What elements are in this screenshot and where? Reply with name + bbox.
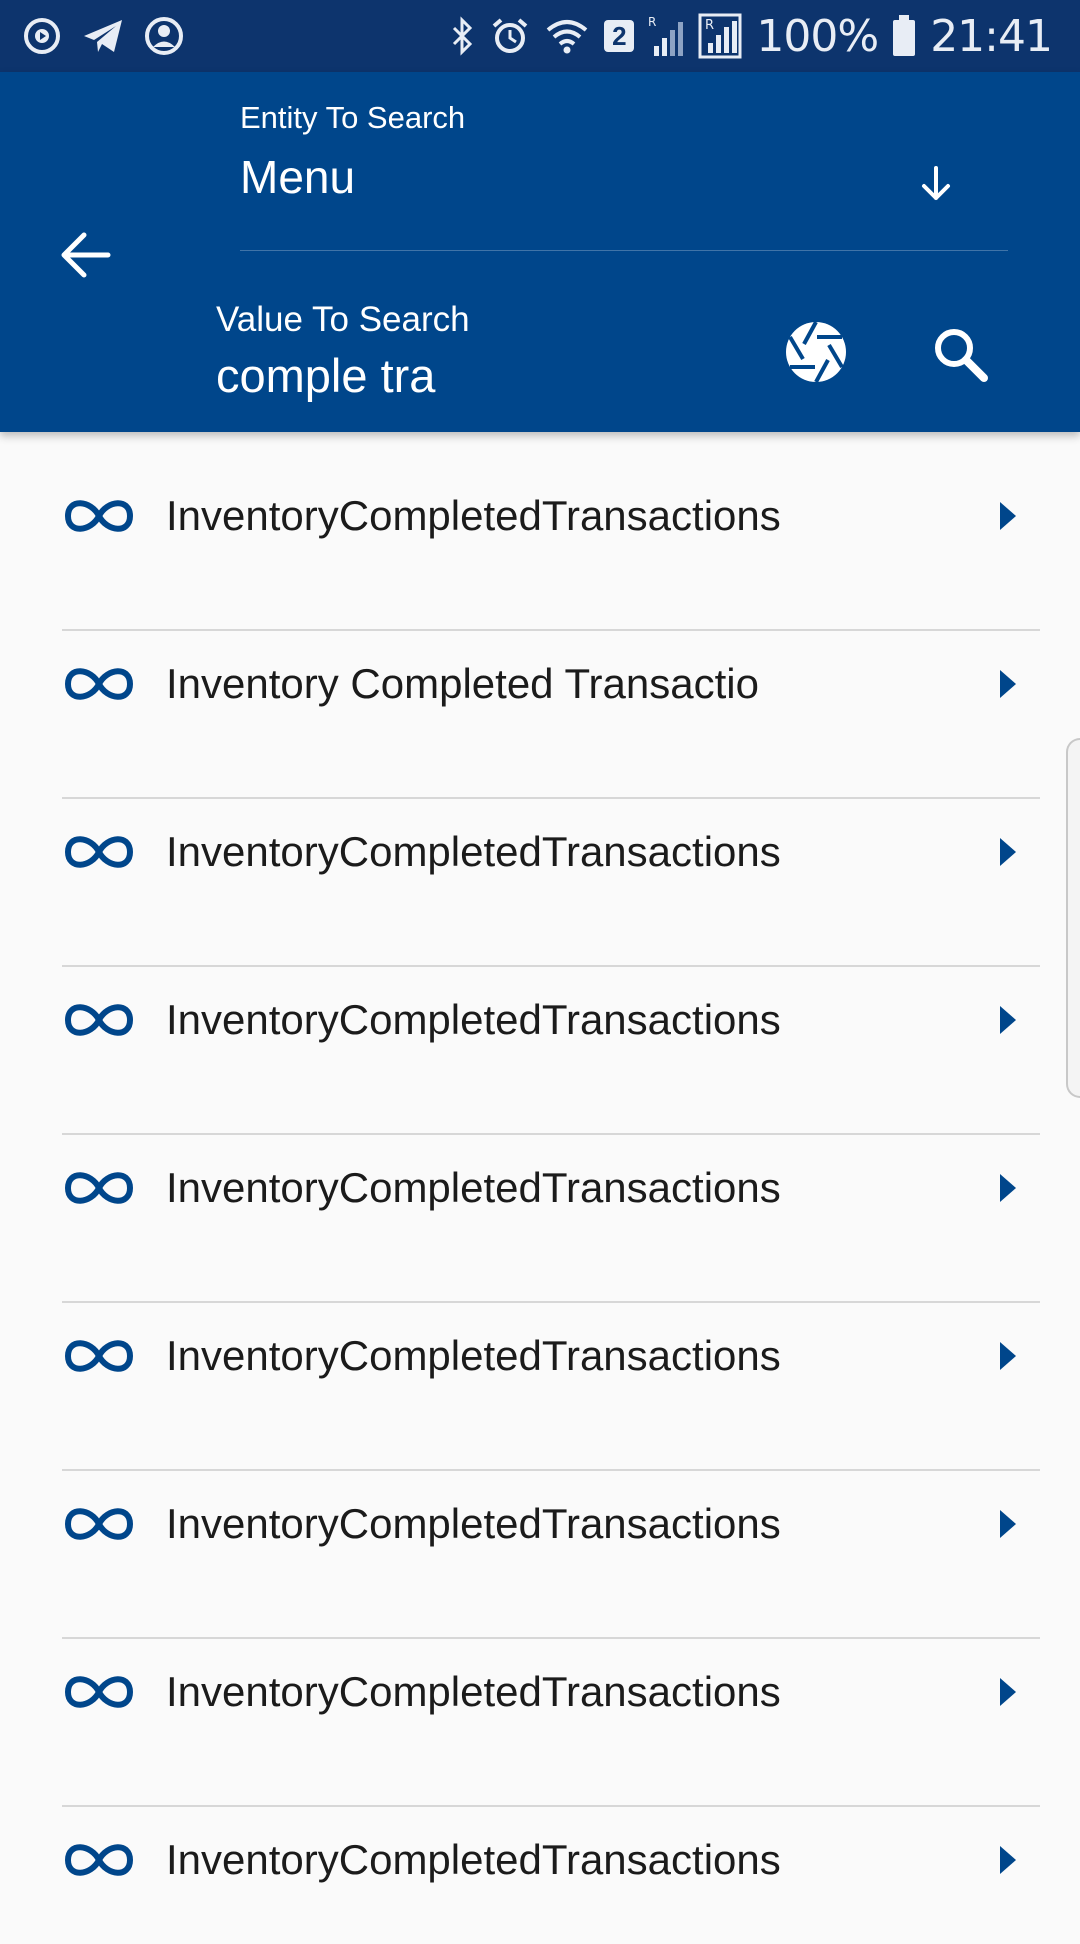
link-icon <box>64 1172 134 1204</box>
status-bar: 2 R R 100% 21:41 <box>0 0 1080 72</box>
link-icon <box>64 1844 134 1876</box>
entity-dropdown-button[interactable] <box>906 154 966 214</box>
chevron-right-icon <box>1000 502 1016 530</box>
entity-select[interactable]: Menu <box>240 150 355 204</box>
chevron-right-icon <box>1000 1342 1016 1370</box>
battery-icon <box>893 15 916 56</box>
play-circle-icon <box>24 18 60 54</box>
chevron-right-icon <box>1000 1174 1016 1202</box>
list-item-label: InventoryCompletedTransactions <box>166 1164 781 1211</box>
link-icon <box>64 500 134 532</box>
signal-icon: R <box>648 15 684 56</box>
list-item[interactable]: InventoryCompletedTransactions <box>0 1440 1080 1639</box>
arrow-down-icon <box>922 166 950 200</box>
chevron-right-icon <box>1000 1846 1016 1874</box>
list-item-label: InventoryCompletedTransactions <box>166 1332 781 1379</box>
arrow-left-icon <box>61 232 111 278</box>
list-item[interactable]: Inventory Completed Transactio <box>0 600 1080 799</box>
telegram-icon <box>84 20 122 52</box>
list-item[interactable]: InventoryCompletedTransactions <box>0 1776 1080 1944</box>
wifi-icon <box>547 20 588 54</box>
list-item-label: InventoryCompletedTransactions <box>166 1500 781 1547</box>
list-item[interactable]: InventoryCompletedTransactions <box>0 1104 1080 1303</box>
svg-text:R: R <box>648 15 656 29</box>
link-icon <box>64 1004 134 1036</box>
entity-underline <box>240 250 1008 251</box>
list-item-label: InventoryCompletedTransactions <box>166 828 781 875</box>
status-left-icons <box>22 14 184 58</box>
link-icon <box>64 836 134 868</box>
list-item[interactable]: InventoryCompletedTransactions <box>0 1608 1080 1807</box>
back-button[interactable] <box>50 220 120 290</box>
chevron-right-icon <box>1000 1678 1016 1706</box>
list-item[interactable]: InventoryCompletedTransactions <box>0 768 1080 967</box>
status-right-icons: 2 R R 100% 21:41 <box>450 10 1053 62</box>
camera-button[interactable] <box>782 318 850 386</box>
list-item[interactable]: InventoryCompletedTransactions <box>0 432 1080 631</box>
list-item-label: Inventory Completed Transactio <box>166 660 759 707</box>
search-button[interactable] <box>928 322 992 386</box>
scroll-handle[interactable] <box>1066 738 1080 1098</box>
chevron-right-icon <box>1000 1006 1016 1034</box>
list-item-label: InventoryCompletedTransactions <box>166 492 781 539</box>
svg-text:R: R <box>705 18 714 33</box>
clock: 21:41 <box>930 10 1053 62</box>
list-item-label: InventoryCompletedTransactions <box>166 996 781 1043</box>
entity-to-search-label: Entity To Search <box>240 100 466 135</box>
signal-roaming-icon: R <box>698 13 742 59</box>
value-to-search-label: Value To Search <box>216 300 470 339</box>
account-circle-icon <box>145 17 183 55</box>
link-icon <box>64 1508 134 1540</box>
chevron-right-icon <box>1000 838 1016 866</box>
list-item[interactable]: InventoryCompletedTransactions <box>0 1272 1080 1471</box>
list-item-label: InventoryCompletedTransactions <box>166 1836 781 1883</box>
link-icon <box>64 1340 134 1372</box>
list-item-label: InventoryCompletedTransactions <box>166 1668 781 1715</box>
link-icon <box>64 1676 134 1708</box>
list-item[interactable]: InventoryCompletedTransactions <box>0 936 1080 1135</box>
bluetooth-icon <box>453 16 473 56</box>
sim2-icon: 2 <box>604 20 635 52</box>
search-header: Entity To Search Menu Value To Search <box>0 72 1080 432</box>
search-input[interactable] <box>216 348 736 403</box>
camera-shutter-icon <box>786 321 846 383</box>
chevron-right-icon <box>1000 1510 1016 1538</box>
search-icon <box>935 329 988 382</box>
link-icon <box>64 668 134 700</box>
chevron-right-icon <box>1000 670 1016 698</box>
battery-percent: 100% <box>756 10 879 62</box>
alarm-icon <box>493 18 528 53</box>
